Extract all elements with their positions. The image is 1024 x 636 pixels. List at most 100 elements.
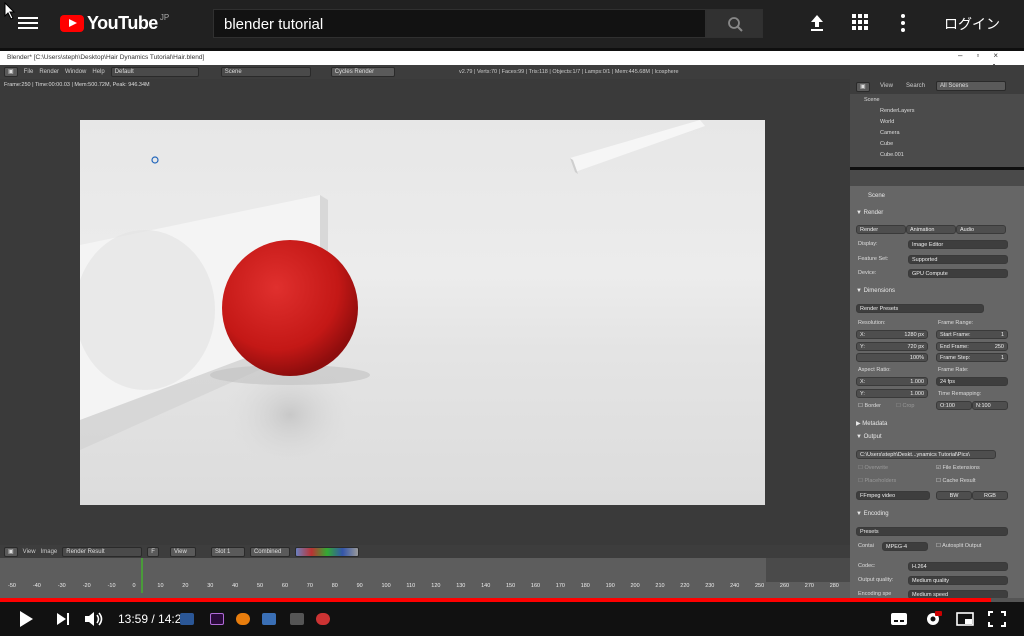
window-controls[interactable]: –▫× xyxy=(958,51,1012,60)
section-metadata[interactable]: ▶ Metadata xyxy=(856,420,887,427)
placeholders-checkbox[interactable]: ☐ Placeholders xyxy=(858,478,896,484)
frame-step-field[interactable]: Frame Step: 1 xyxy=(936,353,1008,362)
crop-checkbox[interactable]: ☐ Crop xyxy=(896,403,914,409)
device-select[interactable]: GPU Compute xyxy=(908,269,1008,278)
cache-result-checkbox[interactable]: ☐ Cache Result xyxy=(936,478,976,484)
menu-window[interactable]: Window xyxy=(65,69,86,75)
start-frame-field[interactable]: Start Frame: 1 xyxy=(936,330,1008,339)
timeline-cursor[interactable] xyxy=(141,558,143,593)
editor-type-button[interactable]: ▣ xyxy=(4,67,18,77)
outliner-row[interactable]: Scene xyxy=(850,95,1024,106)
context-scene: Scene xyxy=(868,193,886,199)
display-select[interactable]: Image Editor xyxy=(908,240,1008,249)
quality-select[interactable]: Medium quality xyxy=(908,576,1008,585)
res-y-label: Y: xyxy=(860,344,865,350)
bw-button[interactable]: BW xyxy=(936,491,972,500)
timeline-tick: 200 xyxy=(630,583,640,589)
search-button[interactable] xyxy=(706,9,763,38)
frame-rate-label: Frame Rate: xyxy=(938,367,969,373)
timeline-tick: 60 xyxy=(281,583,289,589)
outliner-row[interactable]: RenderLayers xyxy=(850,106,1024,117)
view-select[interactable]: View xyxy=(169,546,196,557)
play-icon[interactable] xyxy=(20,611,33,627)
menu-icon[interactable] xyxy=(18,14,38,32)
upload-icon[interactable] xyxy=(808,13,826,33)
res-x-field[interactable]: X: 1280 px xyxy=(856,330,928,339)
section-output[interactable]: ▼ Output xyxy=(856,434,882,440)
volume-icon[interactable] xyxy=(84,611,104,627)
outliner-filter-select[interactable]: All Scenes xyxy=(936,81,1006,91)
res-y-field[interactable]: Y: 720 px xyxy=(856,342,928,351)
outliner-row[interactable]: Camera xyxy=(850,128,1024,139)
scene-select[interactable]: Scene xyxy=(220,67,311,77)
file-extensions-checkbox[interactable]: ☑ File Extensions xyxy=(936,465,980,471)
render-button[interactable]: Render xyxy=(856,225,906,234)
res-percent-field[interactable]: 100% xyxy=(856,353,928,362)
frame-rate-select[interactable]: 24 fps xyxy=(936,377,1008,386)
section-dimensions[interactable]: ▼ Dimensions xyxy=(856,288,895,294)
fake-user-button[interactable]: F xyxy=(147,546,159,557)
outliner-search-menu[interactable]: Search xyxy=(906,83,925,89)
fullscreen-icon[interactable] xyxy=(988,611,1006,627)
render-presets-select[interactable]: Render Presets xyxy=(856,304,984,313)
outliner-view-menu[interactable]: View xyxy=(880,83,893,89)
remap-old-field[interactable]: O:100 xyxy=(936,401,972,410)
menu-file[interactable]: File xyxy=(24,69,34,75)
autosplit-checkbox[interactable]: ☐ Autosplit Output xyxy=(936,543,981,549)
slot-select[interactable]: Slot 1 xyxy=(210,546,245,557)
properties-panel[interactable]: Scene ▼ Render Render Animation Audio Di… xyxy=(850,170,1024,598)
timeline-tick: -30 xyxy=(57,583,66,589)
apps-grid-icon[interactable] xyxy=(852,14,868,30)
rgb-button[interactable]: RGB xyxy=(972,491,1008,500)
timeline-tick: 70 xyxy=(306,583,313,589)
editor-type-button[interactable]: ▣ xyxy=(856,82,870,92)
featureset-select[interactable]: Supported xyxy=(908,255,1008,264)
timeline-tick: 110 xyxy=(406,583,416,589)
aspect-x-field[interactable]: X: 1.000 xyxy=(856,377,928,386)
end-frame-field[interactable]: End Frame: 250 xyxy=(936,342,1008,351)
aspect-x-value: 1.000 xyxy=(910,379,924,385)
youtube-logo[interactable]: YouTube JP xyxy=(60,13,169,34)
menu-render[interactable]: Render xyxy=(39,69,59,75)
youtube-play-icon xyxy=(60,15,84,32)
properties-tabs[interactable] xyxy=(850,170,1024,186)
miniplayer-icon[interactable] xyxy=(956,612,974,626)
section-encoding[interactable]: ▼ Encoding xyxy=(856,511,889,517)
section-render[interactable]: ▼ Render xyxy=(856,210,883,216)
remap-new-field[interactable]: N:100 xyxy=(972,401,1008,410)
render-result-image xyxy=(80,120,765,505)
border-checkbox[interactable]: ☐ Border xyxy=(858,403,881,409)
outliner-row[interactable]: Cube.001 xyxy=(850,150,1024,161)
codec-select[interactable]: H.264 xyxy=(908,562,1008,571)
login-button[interactable]: ログイン xyxy=(944,14,1000,34)
speed-select[interactable]: Medium speed xyxy=(908,590,1008,598)
settings-gear-icon[interactable] xyxy=(924,611,942,627)
image-select[interactable]: Render Result xyxy=(62,546,143,557)
container-select[interactable]: MPEG-4 xyxy=(882,542,928,551)
aspect-y-field[interactable]: Y: 1.000 xyxy=(856,389,928,398)
output-path-field[interactable]: C:\Users\steph\Deskt...ynamics Tutorial\… xyxy=(856,450,996,459)
encoding-presets-select[interactable]: Presets xyxy=(856,527,1008,536)
layout-select[interactable]: Default xyxy=(110,67,199,77)
channel-buttons[interactable] xyxy=(294,546,359,557)
timeline-tick: 150 xyxy=(506,583,516,589)
search-input[interactable]: blender tutorial xyxy=(213,9,706,38)
more-vert-icon[interactable] xyxy=(900,13,906,33)
editor-type-button[interactable]: ▣ xyxy=(4,546,18,557)
menu-image[interactable]: Image xyxy=(41,549,58,555)
overwrite-checkbox[interactable]: ☐ Overwrite xyxy=(858,465,888,471)
outliner-row[interactable]: Cube xyxy=(850,139,1024,150)
timeline-tick: -20 xyxy=(82,583,91,589)
pass-select[interactable]: Combined xyxy=(249,546,290,557)
menu-view[interactable]: View xyxy=(23,549,36,555)
timeline-tick: 90 xyxy=(356,583,363,589)
file-format-select[interactable]: FFmpeg video xyxy=(856,491,930,500)
menu-help[interactable]: Help xyxy=(92,69,104,75)
next-icon[interactable] xyxy=(56,612,70,626)
render-engine-select[interactable]: Cycles Render xyxy=(330,67,395,77)
outliner-row[interactable]: World xyxy=(850,117,1024,128)
subtitles-icon[interactable] xyxy=(890,612,908,626)
animation-button[interactable]: Animation xyxy=(906,225,956,234)
container-label: Contai xyxy=(858,543,874,549)
audio-button[interactable]: Audio xyxy=(956,225,1006,234)
